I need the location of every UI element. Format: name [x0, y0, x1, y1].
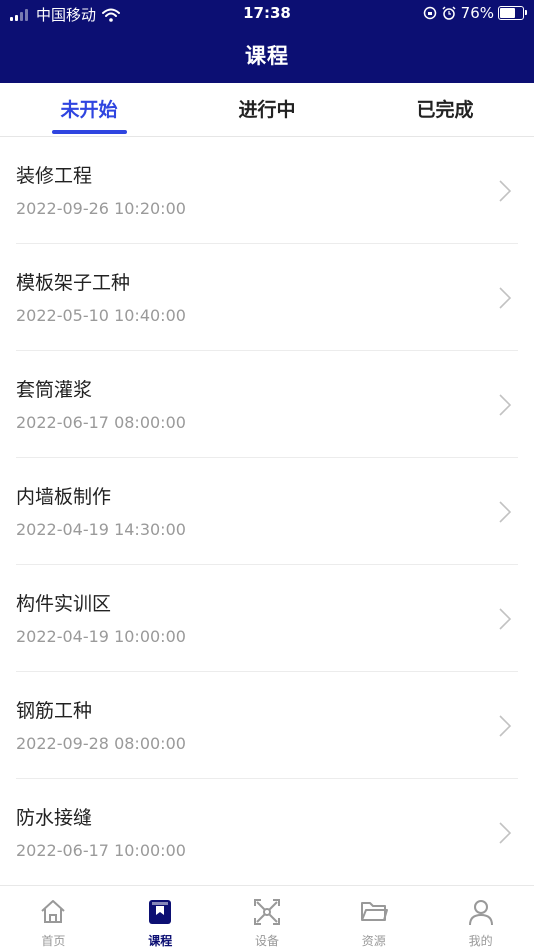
active-tab-indicator	[52, 130, 127, 134]
course-name: 防水接缝	[16, 807, 93, 829]
course-date: 2022-04-19 10:00:00	[16, 627, 186, 646]
course-book-icon	[149, 900, 172, 924]
alarm-icon	[442, 6, 456, 20]
orientation-lock-icon	[423, 6, 436, 20]
nav-profile[interactable]: 我的	[427, 886, 534, 951]
course-name: 内墙板制作	[16, 486, 112, 508]
course-list: 装修工程 2022-09-26 10:20:00 模板架子工种 2022-05-…	[0, 137, 534, 886]
device-icon	[253, 899, 280, 925]
chevron-right-icon	[499, 287, 512, 309]
course-date: 2022-05-10 10:40:00	[16, 306, 186, 325]
course-date: 2022-09-26 10:20:00	[16, 199, 186, 218]
nav-home[interactable]: 首页	[0, 886, 107, 951]
nav-label: 课程	[148, 934, 173, 948]
nav-label: 资源	[361, 934, 386, 948]
chevron-right-icon	[499, 501, 512, 523]
tab-in-progress[interactable]: 进行中	[178, 95, 356, 122]
nav-resources[interactable]: 资源	[320, 886, 427, 951]
nav-device[interactable]: 设备	[214, 886, 321, 951]
chevron-right-icon	[499, 608, 512, 630]
tab-not-started[interactable]: 未开始	[0, 95, 178, 122]
course-item[interactable]: 套筒灌浆 2022-06-17 08:00:00	[0, 351, 534, 458]
nav-label: 我的	[468, 934, 493, 948]
course-date: 2022-04-19 14:30:00	[16, 520, 186, 539]
battery-icon	[498, 6, 527, 20]
course-item[interactable]: 钢筋工种 2022-09-28 08:00:00	[0, 672, 534, 779]
course-date: 2022-06-17 08:00:00	[16, 413, 186, 432]
course-name: 套筒灌浆	[16, 379, 93, 401]
course-item[interactable]: 构件实训区 2022-04-19 10:00:00	[0, 565, 534, 672]
course-name: 钢筋工种	[16, 700, 93, 722]
battery-percent: 76%	[460, 4, 494, 22]
folder-icon	[360, 902, 388, 921]
course-date: 2022-09-28 08:00:00	[16, 734, 186, 753]
course-item[interactable]: 模板架子工种 2022-05-10 10:40:00	[0, 244, 534, 351]
chevron-right-icon	[499, 180, 512, 202]
user-icon	[468, 900, 493, 926]
course-item[interactable]: 装修工程 2022-09-26 10:20:00	[0, 137, 534, 244]
chevron-right-icon	[499, 822, 512, 844]
course-name: 构件实训区	[16, 593, 112, 615]
course-date: 2022-06-17 10:00:00	[16, 841, 186, 860]
status-bar: 中国移动 17:38 76%	[0, 0, 534, 28]
tab-bar: 未开始 进行中 已完成	[0, 83, 534, 137]
home-icon	[41, 900, 66, 923]
course-name: 模板架子工种	[16, 272, 131, 294]
course-item[interactable]: 防水接缝 2022-06-17 10:00:00	[0, 779, 534, 886]
bottom-navigation: 首页 课程 设备 资源 我的	[0, 885, 534, 951]
top-bar: 中国移动 17:38 76% 课程	[0, 0, 534, 83]
chevron-right-icon	[499, 394, 512, 416]
nav-course[interactable]: 课程	[107, 886, 214, 951]
course-name: 装修工程	[16, 165, 93, 187]
tab-completed[interactable]: 已完成	[356, 95, 534, 122]
chevron-right-icon	[499, 715, 512, 737]
nav-label: 首页	[41, 934, 66, 948]
nav-label: 设备	[254, 934, 279, 948]
page-title: 课程	[245, 44, 289, 68]
course-item[interactable]: 内墙板制作 2022-04-19 14:30:00	[0, 458, 534, 565]
